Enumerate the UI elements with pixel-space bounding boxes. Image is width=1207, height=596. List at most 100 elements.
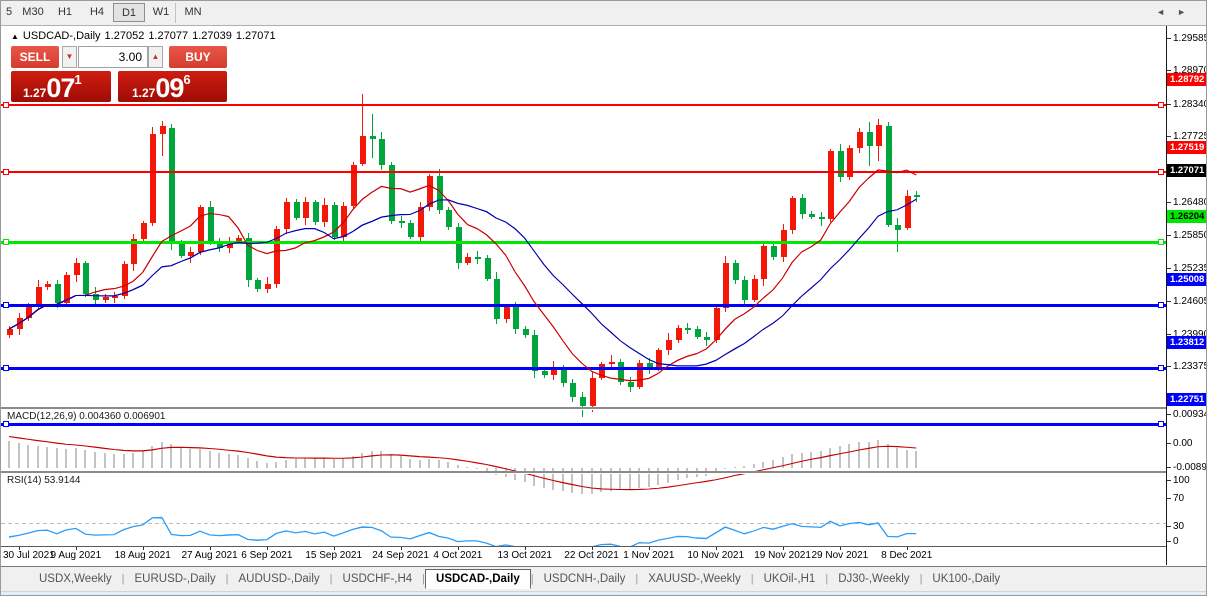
rsi-scale-label: 70: [1173, 493, 1185, 504]
axis-tick: [1167, 202, 1171, 204]
price-tag: 1.26204: [1167, 210, 1206, 224]
buy-quote-prefix: 1.27: [132, 86, 156, 100]
terminal-window: 5 M30 H1 H4 D1 W1 MN ▲ USDCAD-,Daily 1.27052 1.27…: [0, 0, 1207, 596]
axis-tick: [1167, 467, 1171, 468]
date-label: 22 Oct 2021: [564, 550, 619, 561]
price-scale-label: 1.23375: [1173, 361, 1207, 373]
tab-usdchf-h4[interactable]: USDCHF-,H4: [333, 570, 423, 588]
sell-quote-prefix: 1.27: [23, 86, 47, 100]
date-label: 24 Sep 2021: [372, 550, 429, 561]
tab-ukoil-h1[interactable]: UKOil-,H1: [754, 570, 826, 588]
price-tag: 1.27071: [1167, 164, 1206, 178]
volume-decrease-button[interactable]: ▼: [62, 46, 77, 68]
timeframe-button-mn[interactable]: MN: [177, 3, 209, 22]
chart-tab-bar: USDX,Weekly | EURUSD-,Daily | AUDUSD-,Daily |…: [1, 566, 1206, 591]
date-label: 6 Sep 2021: [241, 550, 293, 561]
tab-scroll-right-icon[interactable]: ►: [1177, 7, 1198, 17]
axis-tick: [1167, 103, 1171, 105]
timeframe-button-5[interactable]: 5: [1, 3, 17, 22]
price-tag: 1.23812: [1167, 336, 1206, 350]
rsi-label: RSI(14) 53.9144: [7, 475, 81, 486]
macd-values: 0.004360 0.006901: [79, 411, 166, 422]
buy-button[interactable]: BUY: [169, 46, 227, 68]
buy-quote-sup: 6: [183, 72, 191, 87]
macd-scale-label: 0.009345: [1173, 409, 1206, 420]
rsi-scale-label: 0: [1173, 536, 1179, 547]
date-label: 13 Oct 2021: [497, 550, 552, 561]
chart-area[interactable]: [1, 26, 1206, 570]
sell-quote-sup: 1: [74, 72, 82, 87]
axis-tick: [1167, 333, 1171, 335]
chart-title: ▲ USDCAD-,Daily 1.27052 1.27077 1.27039 1.270…: [11, 30, 280, 42]
ohlc-high: 1.27077: [148, 30, 189, 42]
price-tag: 1.28792: [1167, 73, 1206, 87]
macd-pane-separator[interactable]: [1, 407, 1206, 410]
tab-xauusd-weekly[interactable]: XAUUSD-,Weekly: [638, 570, 750, 588]
axis-tick: [1167, 301, 1171, 303]
tab-dj30-weekly[interactable]: DJ30-,Weekly: [828, 570, 919, 588]
date-label: 10 Nov 2021: [687, 550, 745, 561]
rsi-value: 53.9144: [44, 475, 81, 486]
price-scale-label: 1.25850: [1173, 230, 1207, 242]
macd-indicator-canvas[interactable]: [1, 434, 1166, 496]
date-label: 19 Nov 2021: [754, 550, 811, 561]
macd-label: MACD(12,26,9) 0.004360 0.006901: [7, 411, 166, 422]
toolbar-separator: [175, 3, 176, 23]
sell-button[interactable]: SELL: [11, 46, 59, 68]
date-label: 15 Sep 2021: [305, 550, 363, 561]
timeframe-button-h4[interactable]: H4: [81, 3, 113, 22]
tab-usdx-weekly[interactable]: USDX,Weekly: [29, 570, 122, 588]
rsi-pane-separator[interactable]: [1, 471, 1206, 474]
one-click-trade-panel: SELL ▼ 3.00 ▲ BUY 1.27071 1.27096: [9, 44, 227, 104]
tab-scroll-left-icon[interactable]: ◄: [1156, 7, 1177, 17]
tab-audusd-daily[interactable]: AUDUSD-,Daily: [229, 570, 330, 588]
buy-quote-big: 09: [155, 73, 184, 103]
timeframe-button-d1[interactable]: D1: [113, 3, 145, 22]
tab-eurusd-daily[interactable]: EURUSD-,Daily: [125, 570, 226, 588]
ohlc-open: 1.27052: [104, 30, 145, 42]
timeframe-button-w1[interactable]: W1: [145, 3, 177, 22]
collapse-arrow-icon[interactable]: ▲: [11, 32, 19, 41]
status-strip: [1, 591, 1206, 595]
volume-input[interactable]: 3.00: [78, 46, 148, 68]
axis-tick: [1167, 480, 1171, 481]
price-scale-label: 1.24605: [1173, 296, 1207, 308]
date-label: 29 Nov 2021: [811, 550, 869, 561]
axis-tick: [1167, 443, 1171, 444]
date-label: 1 Nov 2021: [623, 550, 675, 561]
ohlc-low: 1.27039: [192, 30, 232, 42]
tab-scroll-arrows[interactable]: ◄►: [1156, 7, 1198, 17]
macd-scale-label: 0.00: [1173, 438, 1193, 449]
timeframe-button-h1[interactable]: H1: [49, 3, 81, 22]
price-scale-label: 1.26480: [1173, 197, 1207, 209]
price-tag: 1.22751: [1167, 392, 1206, 406]
rsi-scale-label: 30: [1173, 521, 1185, 532]
date-label: 27 Aug 2021: [181, 550, 238, 561]
axis-tick: [1167, 235, 1171, 237]
tab-uk100-daily[interactable]: UK100-,Daily: [922, 570, 1010, 588]
rsi-scale-label: 100: [1173, 475, 1190, 486]
date-label: 8 Dec 2021: [881, 550, 933, 561]
price-chart-canvas[interactable]: [1, 51, 1166, 432]
tab-usdcad-daily[interactable]: USDCAD-,Daily: [425, 569, 531, 589]
macd-scale-label: -0.008902: [1173, 462, 1207, 473]
sell-quote-display[interactable]: 1.27071: [11, 71, 111, 103]
timeframe-button-m30[interactable]: M30: [17, 3, 49, 22]
axis-tick: [1167, 414, 1171, 415]
tab-usdcnh-daily[interactable]: USDCNH-,Daily: [534, 570, 636, 588]
price-scale-label: 1.28340: [1173, 98, 1207, 110]
price-tag: 1.27519: [1167, 140, 1206, 154]
price-scale-label: 1.29585: [1173, 32, 1207, 44]
chart-symbol-label: USDCAD-,Daily: [22, 30, 101, 42]
buy-quote-display[interactable]: 1.27096: [118, 71, 227, 103]
axis-tick: [1167, 526, 1171, 527]
volume-increase-button[interactable]: ▲: [148, 46, 163, 68]
price-axis[interactable]: 1.295851.289701.283401.277251.271101.264…: [1167, 26, 1207, 565]
price-scale-label: 1.25235: [1173, 262, 1207, 274]
axis-tick: [1167, 136, 1171, 138]
time-axis[interactable]: 30 Jul 2021 9 Aug 2021 18 Aug 2021 27 Aug 2…: [1, 546, 1166, 566]
price-tag: 1.25008: [1167, 273, 1206, 287]
axis-tick: [1167, 498, 1171, 499]
axis-tick: [1167, 541, 1171, 542]
ohlc-close: 1.27071: [235, 30, 276, 42]
